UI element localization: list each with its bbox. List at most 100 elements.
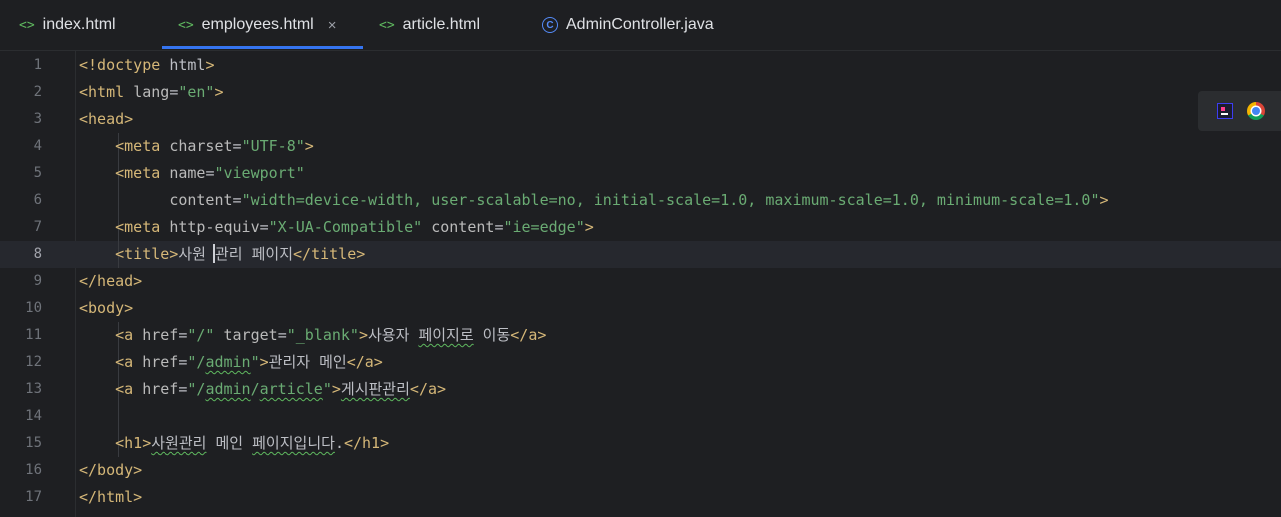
token-txt: 사용자 <box>368 326 419 344</box>
line-number[interactable]: 9 <box>0 268 42 295</box>
token-attr: href <box>142 326 179 344</box>
code-line[interactable]: 10 <body> <box>0 295 1281 322</box>
line-number[interactable]: 3 <box>0 106 42 133</box>
tab-label: article.html <box>402 16 481 33</box>
token-str: "/" <box>187 326 215 344</box>
chrome-icon[interactable] <box>1247 102 1265 120</box>
code-text: <!doctype html> <box>79 52 214 79</box>
line-number[interactable]: 7 <box>0 214 42 241</box>
token-txt: 관리자 메인 <box>268 353 347 371</box>
token-tag: <h1> <box>115 434 152 452</box>
code-line[interactable]: 5 <meta name="viewport" <box>0 160 1281 187</box>
tab-index-html[interactable]: <> index.html <box>19 0 116 50</box>
token-txt: = <box>232 137 242 155</box>
line-number[interactable]: 4 <box>0 133 42 160</box>
close-icon[interactable]: × <box>328 17 337 34</box>
code-line[interactable]: 2 <html lang="en"> <box>0 79 1281 106</box>
token-str: "width=device-width, user-scalable=no, i… <box>241 191 1100 209</box>
code-line[interactable]: 12 <a href="/admin">관리자 메인</a> <box>0 349 1281 376</box>
line-number[interactable]: 16 <box>0 457 42 484</box>
code-line[interactable]: 14 <box>0 403 1281 430</box>
token-attr: charset <box>169 137 233 155</box>
token-str: "ie=edge" <box>503 218 585 236</box>
tab-article-html[interactable]: <> article.html <box>379 0 480 50</box>
token-tag: <a <box>115 326 143 344</box>
token-tag: <head> <box>79 110 134 128</box>
line-number[interactable]: 12 <box>0 349 42 376</box>
spellcheck-word: 페이지입니다 <box>252 434 335 452</box>
tab-admincontroller-java[interactable]: C AdminController.java <box>542 0 714 50</box>
token-str: " <box>322 380 332 398</box>
token-tag: </h1> <box>343 434 390 452</box>
token-tag: </a> <box>346 353 383 371</box>
token-txt: 이동 <box>473 326 511 344</box>
token-str: / <box>250 380 260 398</box>
token-tag: > <box>214 83 224 101</box>
token-attr: lang <box>133 83 170 101</box>
token-txt: = <box>277 326 287 344</box>
code-line[interactable]: 13 <a href="/admin/article">게시판관리</a> <box>0 376 1281 403</box>
code-line[interactable]: 1 <!doctype html> <box>0 52 1281 79</box>
code-line[interactable]: 17 </html> <box>0 484 1281 511</box>
spellcheck-word: admin <box>205 380 251 398</box>
token-tag: > <box>304 137 314 155</box>
line-number[interactable]: 15 <box>0 430 42 457</box>
line-number[interactable]: 6 <box>0 187 42 214</box>
token-txt: = <box>259 218 269 236</box>
code-line[interactable]: 7 <meta http-equiv="X-UA-Compatible" con… <box>0 214 1281 241</box>
tab-employees-html[interactable]: <> employees.html × <box>178 0 336 50</box>
line-number[interactable]: 17 <box>0 484 42 511</box>
code-text: <meta http-equiv="X-UA-Compatible" conte… <box>79 214 594 241</box>
token-tag: </body> <box>79 461 143 479</box>
token-tag: </html> <box>79 488 143 506</box>
code-line[interactable]: 16 </body> <box>0 457 1281 484</box>
token-tag: <meta <box>115 218 170 236</box>
token-tag: <a <box>115 353 143 371</box>
spellcheck-word: 게시판관리 <box>340 380 410 398</box>
line-number[interactable]: 1 <box>0 52 42 79</box>
html-file-icon: <> <box>19 17 35 33</box>
code-line[interactable]: 4 <meta charset="UTF-8"> <box>0 133 1281 160</box>
token-tag: <html <box>79 83 134 101</box>
token-txt: 메인 <box>206 434 253 452</box>
code-text: <head> <box>79 106 133 133</box>
token-str: "/ <box>187 380 206 398</box>
browser-preview-toolbar <box>1198 91 1281 131</box>
token-txt: = <box>232 191 242 209</box>
token-tag: <meta <box>115 164 170 182</box>
html-file-icon: <> <box>178 17 194 33</box>
token-tag: <meta <box>115 137 170 155</box>
code-text: </body> <box>79 457 142 484</box>
line-number[interactable]: 5 <box>0 160 42 187</box>
line-number[interactable]: 2 <box>0 79 42 106</box>
code-line[interactable]: 15 <h1>사원관리 메인 페이지입니다.</h1> <box>0 430 1281 457</box>
line-number[interactable]: 10 <box>0 295 42 322</box>
tab-label: AdminController.java <box>566 16 714 33</box>
token-tag: </a> <box>510 326 547 344</box>
token-tag: > <box>205 56 215 74</box>
code-line[interactable]: 8 <title>사원 관리 페이지</title> <box>0 241 1281 268</box>
token-attr: content <box>431 218 495 236</box>
code-editor[interactable]: 1 <!doctype html> 2 <html lang="en"> 3 <head>… <box>0 51 1281 517</box>
code-line[interactable]: 3 <head> <box>0 106 1281 133</box>
spellcheck-word: 사원관리 <box>151 434 207 452</box>
code-text: <html lang="en"> <box>79 79 224 106</box>
code-line[interactable]: 6 content="width=device-width, user-scal… <box>0 187 1281 214</box>
line-number[interactable]: 8 <box>0 241 42 268</box>
code-text: <meta charset="UTF-8"> <box>79 133 314 160</box>
line-number[interactable]: 11 <box>0 322 42 349</box>
token-attr: content <box>169 191 233 209</box>
code-line[interactable]: 11 <a href="/" target="_blank">사용자 페이지로 … <box>0 322 1281 349</box>
code-line[interactable]: 9 </head> <box>0 268 1281 295</box>
code-text: <title>사원 관리 페이지</title> <box>79 241 365 268</box>
line-number[interactable]: 13 <box>0 376 42 403</box>
token-txt: . <box>334 434 344 452</box>
jetbrains-icon[interactable] <box>1217 103 1233 119</box>
line-number[interactable]: 14 <box>0 403 42 430</box>
html-file-icon: <> <box>379 17 395 33</box>
